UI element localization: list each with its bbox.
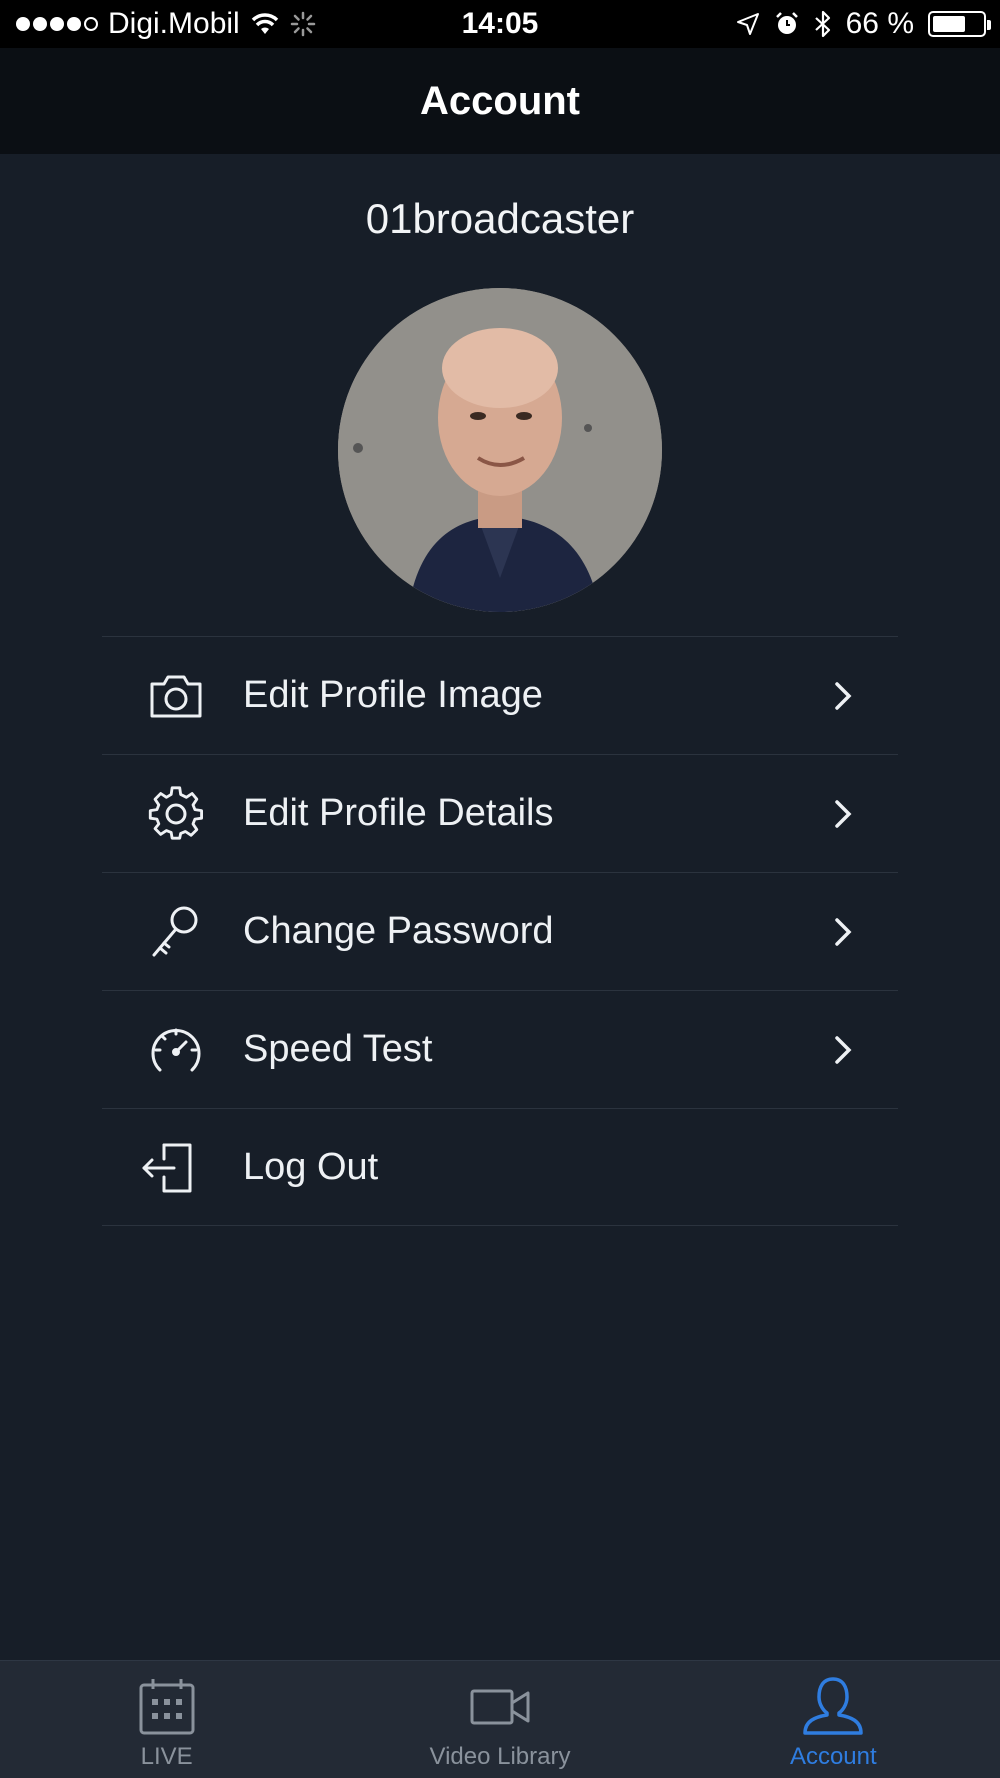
tab-label: Video Library <box>429 1743 571 1770</box>
username: 01broadcaster <box>365 195 635 242</box>
account-menu: Edit Profile Image Edit Profile Details … <box>102 636 898 1226</box>
tab-account[interactable]: Account <box>667 1661 1000 1778</box>
chevron-right-icon <box>835 1035 852 1064</box>
page-title: Account <box>420 78 580 123</box>
menu-item-label: Edit Profile Details <box>243 792 554 834</box>
chevron-right-icon <box>835 681 852 710</box>
video-camera-icon <box>470 1689 530 1725</box>
tab-bar: LIVE Video Library Account <box>0 1660 1000 1778</box>
edit-profile-details-item[interactable]: Edit Profile Details <box>102 754 898 872</box>
tab-live[interactable]: LIVE <box>0 1661 333 1778</box>
camera-icon <box>150 675 202 717</box>
bluetooth-icon <box>814 10 830 38</box>
navigation-bar: Account <box>0 48 1000 154</box>
log-out-item[interactable]: Log Out <box>102 1108 898 1226</box>
calendar-icon <box>139 1679 195 1735</box>
speedometer-icon <box>151 1028 201 1071</box>
menu-item-label: Change Password <box>243 910 554 952</box>
battery-percentage: 66 % <box>845 7 914 40</box>
avatar <box>338 288 662 612</box>
logout-icon <box>142 1143 192 1193</box>
tab-label: LIVE <box>140 1743 193 1770</box>
edit-profile-image-item[interactable]: Edit Profile Image <box>102 636 898 754</box>
menu-item-label: Log Out <box>243 1145 379 1188</box>
location-arrow-icon <box>736 13 759 35</box>
key-icon <box>152 906 198 956</box>
battery-icon <box>928 11 991 37</box>
status-bar: Digi.Mobil 14:05 66 % <box>0 0 1000 48</box>
chevron-right-icon <box>835 799 852 828</box>
alarm-icon <box>775 12 798 34</box>
menu-item-label: Speed Test <box>243 1028 433 1070</box>
tab-label: Account <box>789 1743 877 1770</box>
gear-icon <box>148 785 204 840</box>
menu-item-label: Edit Profile Image <box>243 674 543 716</box>
chevron-right-icon <box>835 917 852 946</box>
change-password-item[interactable]: Change Password <box>102 872 898 990</box>
speed-test-item[interactable]: Speed Test <box>102 990 898 1108</box>
user-icon <box>803 1677 864 1735</box>
tab-video-library[interactable]: Video Library <box>333 1661 666 1778</box>
